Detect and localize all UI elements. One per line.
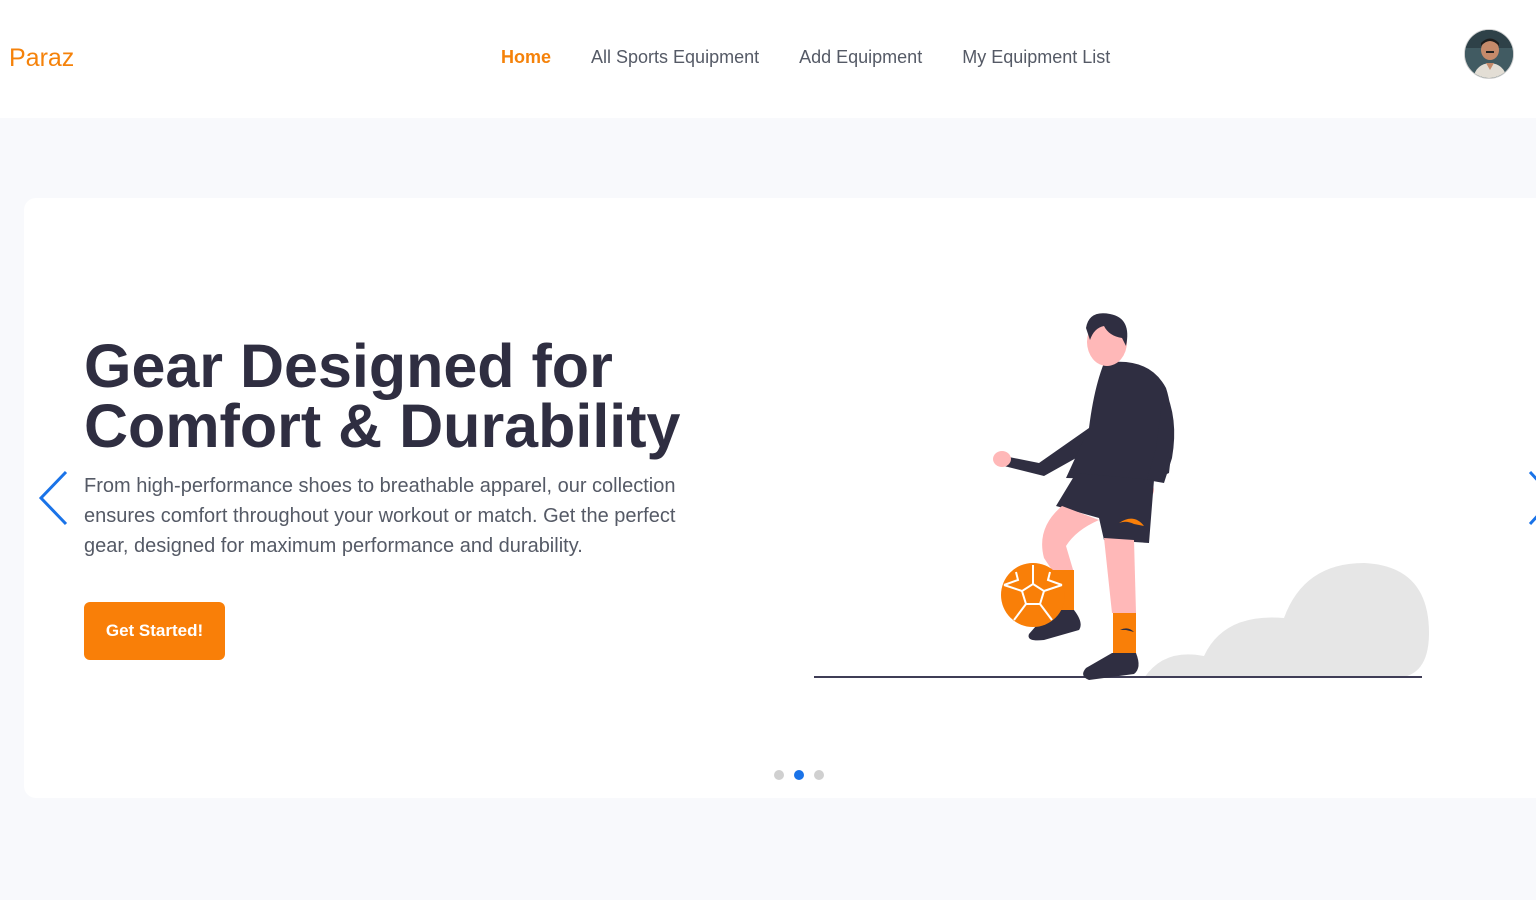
hero-description: From high-performance shoes to breathabl… xyxy=(84,475,676,557)
carousel-dot-3[interactable] xyxy=(814,770,824,780)
nav-link-add-equipment[interactable]: Add Equipment xyxy=(799,46,922,68)
carousel-pagination xyxy=(774,770,824,780)
hero-illustration xyxy=(804,308,1464,703)
hero-title-line-2: Comfort & Durability xyxy=(84,392,681,460)
hero-carousel: Gear Designed for Comfort & Durability F… xyxy=(24,198,1536,798)
chevron-left-icon xyxy=(38,470,68,526)
get-started-button[interactable]: Get Started! xyxy=(84,602,225,660)
carousel-dot-1[interactable] xyxy=(774,770,784,780)
navbar: Paraz Home All Sports Equipment Add Equi… xyxy=(0,0,1536,118)
carousel-next-button[interactable] xyxy=(1524,468,1536,528)
hero-title-line-1: Gear Designed for xyxy=(84,332,613,400)
hero-title: Gear Designed for Comfort & Durability xyxy=(84,336,724,457)
user-avatar[interactable] xyxy=(1464,29,1514,79)
nav-link-my-equipment-list[interactable]: My Equipment List xyxy=(962,46,1110,68)
soccer-player-illustration-icon xyxy=(814,313,1429,680)
brand-logo[interactable]: Paraz xyxy=(9,44,74,73)
nav-link-all-sports-equipment[interactable]: All Sports Equipment xyxy=(591,46,759,68)
nav-link-home[interactable]: Home xyxy=(501,46,551,68)
carousel-dot-2[interactable] xyxy=(794,770,804,780)
carousel-prev-button[interactable] xyxy=(36,468,72,528)
main-nav: Home All Sports Equipment Add Equipment … xyxy=(501,46,1110,68)
avatar-photo-icon xyxy=(1465,30,1513,78)
chevron-right-icon xyxy=(1528,470,1536,526)
